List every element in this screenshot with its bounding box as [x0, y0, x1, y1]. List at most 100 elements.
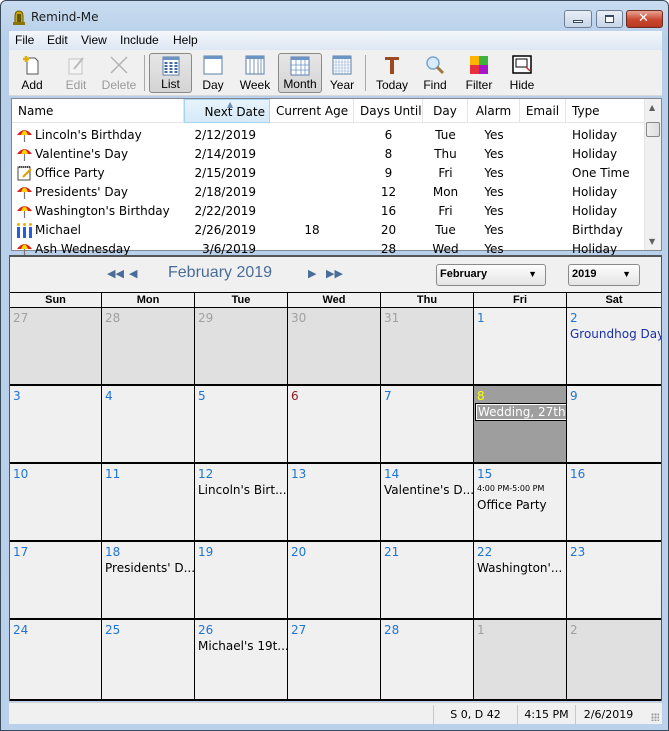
day-cell[interactable]: 5 [195, 386, 288, 464]
column-name[interactable]: Name [12, 99, 184, 123]
weekday-thu: Thu [381, 293, 474, 308]
day-cell[interactable]: 27 [10, 308, 102, 386]
previous-year-icon[interactable]: ◀◀ [107, 267, 124, 280]
month-view-icon [290, 56, 310, 76]
column-next-date[interactable]: ▲ Next Date [184, 99, 270, 123]
list-row[interactable]: Lincoln's Birthday 2/12/2019 6 Tue Yes Holida… [12, 126, 644, 145]
day-cell[interactable]: 3 [10, 386, 102, 464]
scroll-up-icon[interactable]: ▲ [649, 103, 655, 112]
day-cell[interactable]: 24 [10, 620, 102, 701]
list-row[interactable]: Michael 2/26/2019 18 20 Tue Yes Birthday [12, 221, 644, 240]
weekday-tue: Tue [195, 293, 288, 308]
menu-view[interactable]: View [81, 33, 107, 47]
day-cell[interactable]: 27 [288, 620, 381, 701]
close-button[interactable]: ✕ [626, 10, 663, 28]
calendar-event[interactable]: Groundhog Day [570, 327, 661, 341]
calendar-event[interactable]: Lincoln's Birt... [198, 483, 287, 497]
day-cell[interactable]: 15 4:00 PM-5:00 PM Office Party [474, 464, 567, 542]
day-number: 11 [105, 467, 121, 481]
day-cell[interactable]: 6 [288, 386, 381, 464]
day-cell[interactable]: 19 [195, 542, 288, 620]
day-view-button[interactable]: Day [197, 53, 229, 93]
year-view-button[interactable]: Year [326, 53, 358, 93]
day-cell[interactable]: 16 [567, 464, 661, 542]
day-cell[interactable]: 28 [102, 308, 195, 386]
edit-button[interactable]: Edit [59, 53, 93, 93]
day-cell[interactable]: 9 [567, 386, 661, 464]
today-day-number: 6 [291, 389, 299, 403]
maximize-button[interactable] [596, 10, 623, 28]
day-cell-selected[interactable]: 8Wedding, 27th Anniversary [474, 386, 567, 464]
calendar-event[interactable]: Valentine's D... [384, 483, 473, 497]
day-cell[interactable]: 17 [10, 542, 102, 620]
day-cell[interactable]: 28 [381, 620, 474, 701]
day-cell[interactable]: 2 Groundhog Day [567, 308, 661, 386]
day-cell[interactable]: 4 [102, 386, 195, 464]
day-cell[interactable]: 1 [474, 620, 567, 701]
day-cell[interactable]: 29 [195, 308, 288, 386]
delete-button[interactable]: Delete [99, 53, 139, 93]
toolbar-separator [365, 55, 366, 91]
today-button[interactable]: Today [372, 53, 412, 93]
day-cell[interactable]: 20 [288, 542, 381, 620]
list-scrollbar[interactable]: ▲ ▼ [644, 99, 661, 250]
column-current-age[interactable]: Current Age [270, 99, 354, 123]
list-row[interactable]: Valentine's Day 2/14/2019 8 Thu Yes Holiday [12, 145, 644, 164]
month-view-button[interactable]: Month [278, 53, 322, 93]
menu-file[interactable]: File [15, 33, 34, 47]
previous-month-icon[interactable]: ◀ [129, 267, 137, 280]
day-cell[interactable]: 1 [474, 308, 567, 386]
find-button[interactable]: Find [420, 53, 450, 93]
column-alarm[interactable]: Alarm [468, 99, 520, 123]
day-cell[interactable]: 30 [288, 308, 381, 386]
menu-help[interactable]: Help [173, 33, 198, 47]
title-bar[interactable]: Remind-Me ✕ [1, 1, 668, 31]
column-day[interactable]: Day [423, 99, 468, 123]
day-cell[interactable]: 14 Valentine's D... [381, 464, 474, 542]
day-cell[interactable]: 13 [288, 464, 381, 542]
list-row[interactable]: Presidents' Day 2/18/2019 12 Mon Yes Holiday [12, 183, 644, 202]
delete-x-icon [110, 56, 128, 74]
day-cell[interactable]: 26 Michael's 19t... [195, 620, 288, 701]
day-cell[interactable]: 10 [10, 464, 102, 542]
day-cell[interactable]: 21 [381, 542, 474, 620]
edit-pencil-icon [68, 57, 84, 75]
day-number: 31 [384, 311, 400, 325]
menu-edit[interactable]: Edit [47, 33, 68, 47]
scroll-down-icon[interactable]: ▼ [649, 237, 655, 246]
day-cell[interactable]: 25 [102, 620, 195, 701]
day-cell[interactable]: 11 [102, 464, 195, 542]
umbrella-icon [16, 203, 33, 219]
column-days-until[interactable]: Days Until [354, 99, 423, 123]
minimize-button[interactable] [564, 10, 592, 28]
day-cell[interactable]: 22 Washington'... [474, 542, 567, 620]
list-row[interactable]: Washington's Birthday 2/22/2019 16 Fri Yes Ho… [12, 202, 644, 221]
menu-include[interactable]: Include [120, 33, 159, 47]
day-cell[interactable]: 2 [567, 620, 661, 701]
column-email[interactable]: Email [520, 99, 566, 123]
next-year-icon[interactable]: ▶▶ [326, 267, 343, 280]
month-select[interactable]: February ▼ [436, 264, 546, 286]
list-view-button[interactable]: List [149, 53, 192, 93]
calendar-event[interactable]: Michael's 19t... [198, 639, 287, 653]
calendar-event[interactable]: Wedding, 27th Anniversary [474, 403, 566, 421]
next-month-icon[interactable]: ▶ [308, 267, 316, 280]
scrollbar-thumb[interactable] [646, 122, 660, 137]
column-type[interactable]: Type [566, 99, 644, 123]
calendar-event[interactable]: Presidents' D... [105, 561, 194, 575]
year-select[interactable]: 2019 ▼ [568, 264, 640, 286]
calendar-event[interactable]: Office Party [477, 498, 547, 512]
day-cell[interactable]: 18 Presidents' D... [102, 542, 195, 620]
hide-button[interactable]: Hide [506, 53, 538, 93]
filter-button[interactable]: Filter [462, 53, 496, 93]
day-number: 15 [477, 467, 493, 481]
week-view-button[interactable]: Week [237, 53, 273, 93]
list-row[interactable]: Office Party 2/15/2019 9 Fri Yes One Time [12, 164, 644, 183]
day-cell[interactable]: 23 [567, 542, 661, 620]
resize-grip[interactable] [651, 713, 659, 721]
day-cell[interactable]: 12 Lincoln's Birt... [195, 464, 288, 542]
day-cell[interactable]: 31 [381, 308, 474, 386]
add-button[interactable]: Add [15, 53, 49, 93]
calendar-event[interactable]: Washington'... [477, 561, 562, 575]
day-cell[interactable]: 7 [381, 386, 474, 464]
